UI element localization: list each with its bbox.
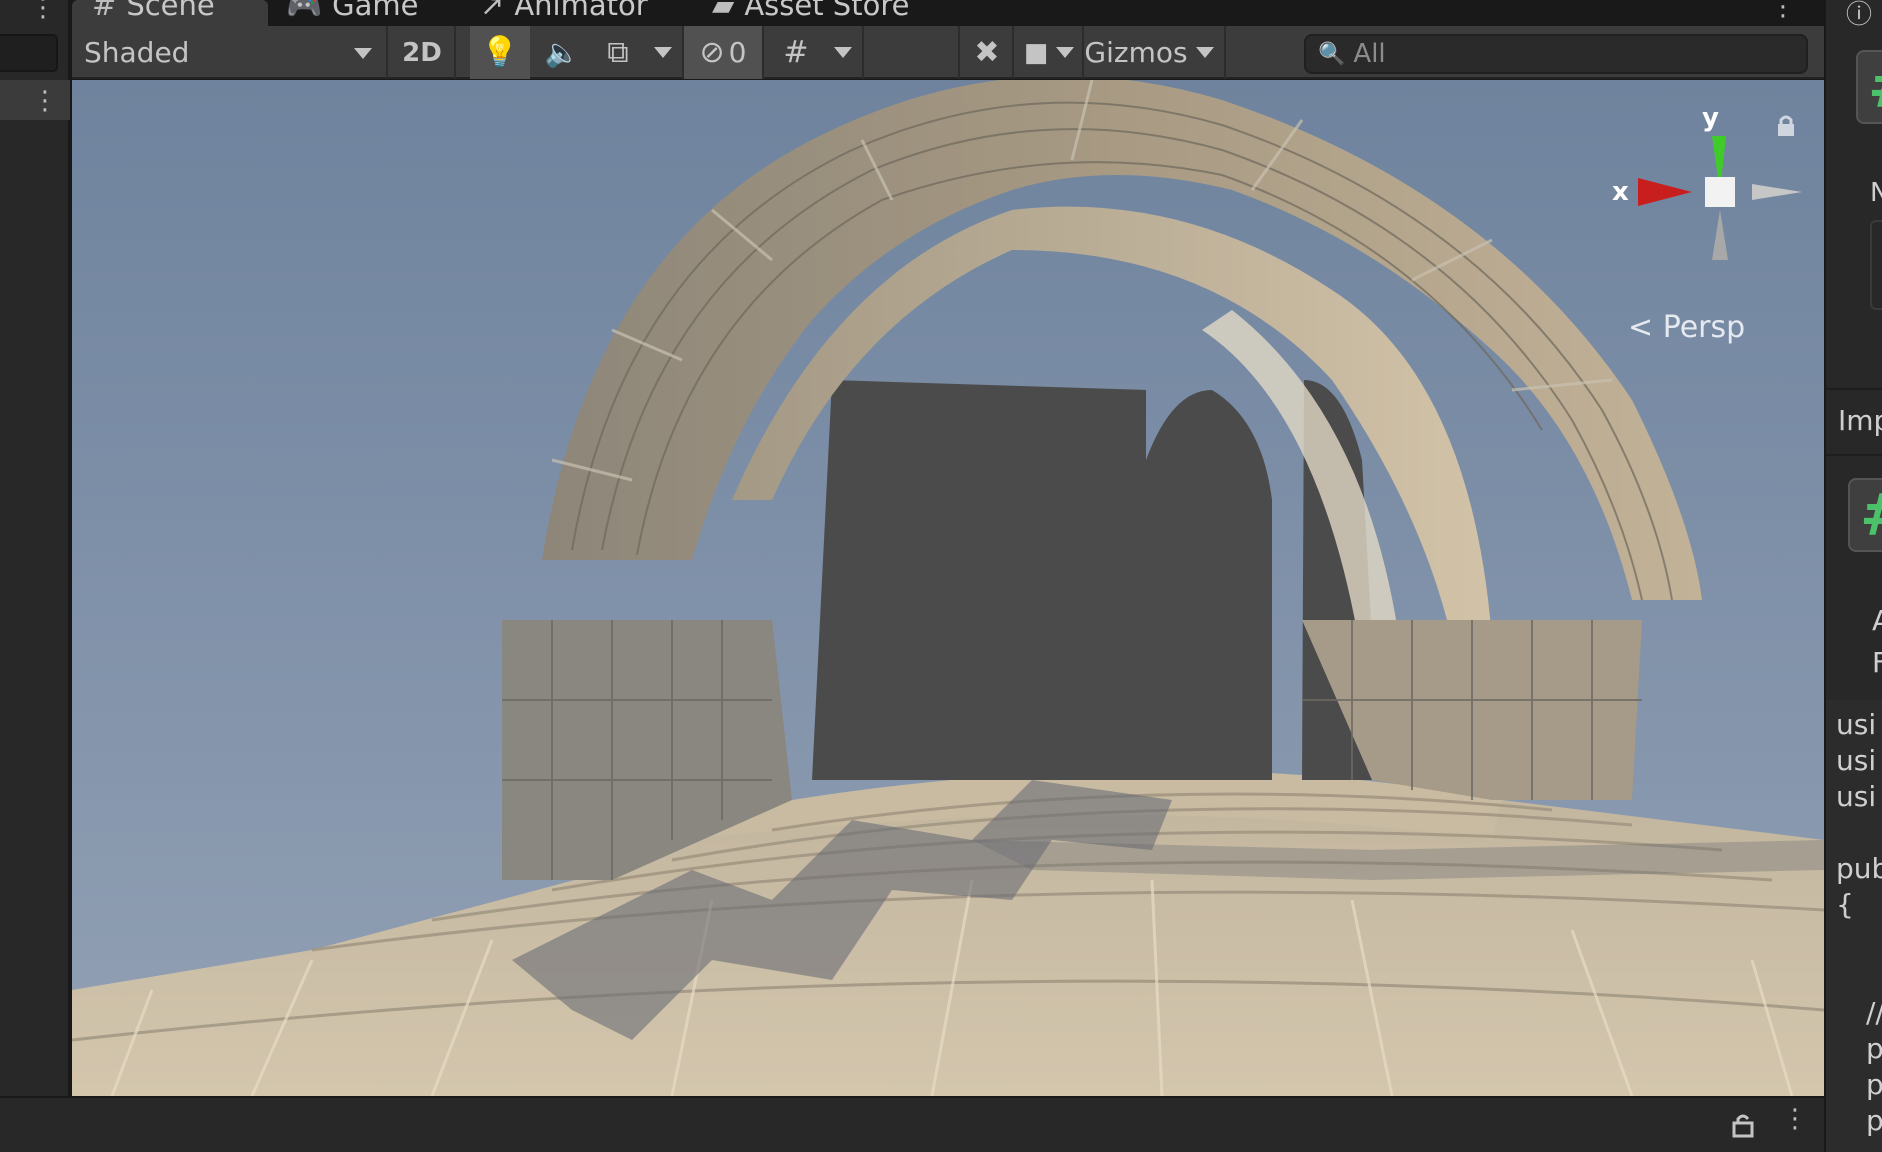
hierarchy-menu-icon[interactable]: ⋮ xyxy=(32,86,58,116)
camera-settings-dropdown[interactable]: ■ xyxy=(1016,26,1084,79)
code-line: usi xyxy=(1836,780,1877,813)
scene-search[interactable]: 🔍 xyxy=(1304,34,1808,74)
grid-toggle[interactable]: # xyxy=(768,26,824,79)
scene-audio-toggle[interactable]: 🔈 xyxy=(534,26,590,79)
scene-search-input[interactable] xyxy=(1353,39,1794,69)
code-line: pub xyxy=(1836,852,1882,885)
gamepad-icon: 🎮 xyxy=(286,0,323,22)
inspector-label-a: A xyxy=(1872,604,1882,637)
animator-icon: ↗ xyxy=(480,0,505,22)
status-menu-icon[interactable]: ⋮ xyxy=(1782,1104,1808,1134)
toolbar-spacer xyxy=(866,26,960,79)
code-line: usi xyxy=(1836,708,1877,741)
hierarchy-search-field[interactable] xyxy=(0,34,58,72)
projection-label: Persp xyxy=(1662,310,1746,345)
inspector-label-f: F xyxy=(1872,646,1882,679)
tab-asset-store[interactable]: ▰ Asset Store xyxy=(712,0,909,26)
inspector-label-m: N xyxy=(1870,178,1882,208)
axis-x-cone[interactable] xyxy=(1638,178,1692,206)
chevron-down-icon xyxy=(1056,47,1075,58)
store-bag-icon: ▰ xyxy=(712,0,735,22)
panel-menu-icon[interactable]: ⋮ xyxy=(30,0,56,21)
effects-layers-icon: ⧉ xyxy=(607,35,629,70)
axis-neg-y-cone[interactable] xyxy=(1712,210,1728,260)
scene-toolbar: Shaded 2D 💡 🔈 ⧉ ⊘ 0 # ✖ ■ Gizmos 🔍 xyxy=(72,26,1824,79)
window-tab-bar: # Scene 🎮 Game ↗ Animator ▰ Asset Store ⋮ xyxy=(72,0,1824,26)
draw-mode-value: Shaded xyxy=(84,36,190,69)
inspector-imported-label: Imp xyxy=(1838,404,1882,437)
script-preview: usi usi usi pub { // p p p xyxy=(1826,700,1882,1152)
tab-bar-menu-icon[interactable]: ⋮ xyxy=(1770,0,1796,22)
status-bar: ⋮ xyxy=(0,1096,1824,1152)
tab-scene[interactable]: # Scene xyxy=(72,0,268,26)
grid-icon: # xyxy=(783,35,809,70)
tools-icon: ✖ xyxy=(974,35,1000,70)
chevron-down-icon xyxy=(354,48,372,59)
gizmo-center-cube[interactable] xyxy=(1705,177,1735,207)
code-line: p xyxy=(1866,1032,1882,1065)
axis-neg-x-cone[interactable] xyxy=(1752,184,1802,200)
inspector-panel-edge: ⓘ # N Imp # A F usi usi usi pub { // p p… xyxy=(1826,0,1882,1152)
chevron-down-icon xyxy=(654,47,672,58)
tab-scene-label: Scene xyxy=(126,0,215,22)
tab-animator[interactable]: ↗ Animator xyxy=(480,0,648,26)
script-icon: # xyxy=(1856,50,1882,124)
tab-game-label: Game xyxy=(332,0,419,22)
lightbulb-icon: 💡 xyxy=(481,35,519,70)
projection-toggle[interactable]: < Persp xyxy=(1628,310,1745,345)
gizmos-dropdown[interactable] xyxy=(1186,26,1226,79)
divider xyxy=(1826,388,1882,390)
effects-dropdown[interactable] xyxy=(644,26,684,79)
scene-render xyxy=(72,80,1824,1096)
chevron-left-icon: < xyxy=(1628,310,1654,345)
gizmos-toggle[interactable]: Gizmos xyxy=(1084,26,1188,79)
lock-icon[interactable] xyxy=(1776,114,1796,138)
scene-tools-toggle[interactable]: ✖ xyxy=(962,26,1014,79)
code-line: // xyxy=(1866,996,1882,1029)
script-icon: # xyxy=(1848,478,1882,552)
axis-y-label: y xyxy=(1702,103,1719,133)
speaker-icon: 🔈 xyxy=(544,36,580,69)
toggle-2d-button[interactable]: 2D xyxy=(390,26,456,79)
code-line: p xyxy=(1866,1068,1882,1101)
scene-viewport[interactable]: y x < Persp xyxy=(72,80,1824,1096)
tab-game[interactable]: 🎮 Game xyxy=(286,0,418,26)
search-icon: 🔍 xyxy=(1318,41,1346,67)
hidden-object-count: 0 xyxy=(728,36,747,69)
chevron-down-icon xyxy=(1196,47,1214,58)
hash-icon: # xyxy=(92,0,117,22)
code-line: { xyxy=(1836,888,1854,921)
code-line: usi xyxy=(1836,744,1877,777)
draw-mode-dropdown[interactable]: Shaded xyxy=(72,26,388,79)
gizmos-label: Gizmos xyxy=(1084,36,1188,69)
scene-visibility-toggle[interactable]: ⊘ 0 xyxy=(684,26,764,79)
info-icon[interactable]: ⓘ xyxy=(1846,0,1872,31)
inspector-frame xyxy=(1870,220,1882,310)
eye-slash-icon: ⊘ xyxy=(699,35,725,70)
axis-x-label: x xyxy=(1612,177,1629,207)
divider xyxy=(1826,454,1882,456)
camera-icon: ■ xyxy=(1023,37,1049,68)
grid-dropdown[interactable] xyxy=(824,26,864,79)
tab-asset-store-label: Asset Store xyxy=(744,0,910,22)
chevron-down-icon xyxy=(834,47,852,58)
hierarchy-panel-edge: ⋮ ⋮ xyxy=(0,0,70,1096)
hierarchy-subheader: ⋮ xyxy=(0,80,70,120)
toggle-2d-label: 2D xyxy=(402,37,442,68)
tab-animator-label: Animator xyxy=(514,0,648,22)
lock-icon[interactable] xyxy=(1732,1112,1754,1138)
scene-lighting-toggle[interactable]: 💡 xyxy=(470,26,530,79)
code-line: p xyxy=(1866,1104,1882,1137)
scene-effects-toggle[interactable]: ⧉ xyxy=(592,26,644,79)
